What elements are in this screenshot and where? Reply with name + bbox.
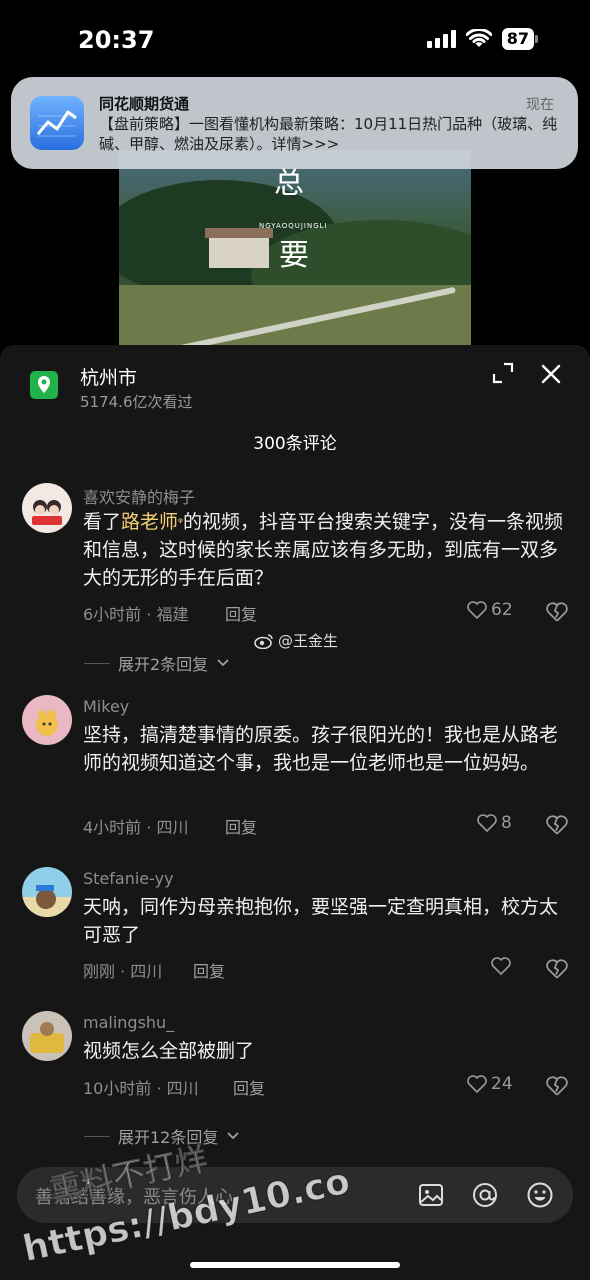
like-count: 24 xyxy=(491,1074,513,1094)
comment-username[interactable]: Mikey xyxy=(83,697,129,716)
heart-icon xyxy=(477,814,497,832)
heart-icon xyxy=(491,957,511,975)
comment-text: 天呐，同作为母亲抱抱你，要坚强一定查明真相，校方太可恶了 xyxy=(83,896,559,946)
comment-text-prefix: 看了 xyxy=(83,511,122,533)
fullscreen-icon[interactable] xyxy=(491,361,515,385)
like-count: 62 xyxy=(491,600,513,620)
expand-replies-button[interactable]: 展开2条回复 xyxy=(84,651,230,675)
cellular-signal-icon xyxy=(426,30,456,48)
close-icon[interactable] xyxy=(538,361,564,387)
comment-text: 看了路老师ᵠ的视频，抖音平台搜索关键字，没有一条视频和信息，这时候的家长亲属应该… xyxy=(83,508,573,592)
comment-text: 视频怎么全部被删了 xyxy=(83,1040,255,1062)
reply-button[interactable]: 回复 xyxy=(233,1075,265,1099)
reply-button[interactable]: 回复 xyxy=(225,601,257,625)
weibo-icon xyxy=(254,633,273,649)
battery-level: 87 xyxy=(501,28,534,50)
reply-button[interactable]: 回复 xyxy=(225,814,257,838)
comments-count: 300条评论 xyxy=(253,434,337,454)
reply-button[interactable]: 回复 xyxy=(193,958,225,982)
chevron-down-icon xyxy=(227,1132,240,1140)
chevron-down-icon xyxy=(217,659,229,667)
broken-heart-icon[interactable] xyxy=(546,1076,568,1096)
home-indicator[interactable] xyxy=(190,1262,400,1268)
heart-icon xyxy=(467,601,487,619)
comment-meta: 10小时前 · 四川 xyxy=(83,1079,199,1098)
location-pin-icon xyxy=(30,371,58,399)
video-overlay-small-text: NGYAOQUJINGLI xyxy=(259,222,328,230)
video-thumbnail[interactable]: 总 NGYAOQUJINGLI 要 xyxy=(119,150,471,345)
comment-username[interactable]: malingshu_ xyxy=(83,1013,174,1032)
comment-meta: 6小时前 · 福建 xyxy=(83,605,189,624)
broken-heart-icon[interactable] xyxy=(546,815,568,835)
notification-time: 现在 xyxy=(526,97,554,113)
heart-icon xyxy=(467,1075,487,1093)
mention-link[interactable]: 路老师 xyxy=(121,511,178,533)
house-image xyxy=(205,228,273,268)
wifi-icon xyxy=(465,29,492,47)
app-icon xyxy=(30,96,84,150)
location-title[interactable]: 杭州市 xyxy=(80,363,137,390)
comment-username[interactable]: Stefanie-yy xyxy=(83,869,174,888)
comment-username[interactable]: 喜欢安静的梅子 xyxy=(83,484,195,508)
push-notification[interactable]: 同花顺期货通 现在 【盘前策略】一图看懂机构最新策略：10月11日热门品种（玻璃… xyxy=(11,77,578,169)
avatar[interactable] xyxy=(22,1011,72,1061)
status-bar: 20:37 87 xyxy=(0,0,590,80)
broken-heart-icon[interactable] xyxy=(546,602,568,622)
battery-icon: 87 xyxy=(501,28,538,50)
expand-replies-label: 展开2条回复 xyxy=(118,655,209,674)
comment-text: 坚持，搞清楚事情的原委。孩子很阳光的！我也是从路老师的视频知道这个事，我也是一位… xyxy=(83,724,559,774)
status-icons: 87 xyxy=(426,28,538,50)
avatar[interactable] xyxy=(22,483,72,533)
like-button[interactable] xyxy=(491,957,515,975)
location-views: 5174.6亿次看过 xyxy=(80,393,193,411)
broken-heart-icon[interactable] xyxy=(546,959,568,979)
like-button[interactable]: 24 xyxy=(467,1074,513,1094)
notification-body: 【盘前策略】一图看懂机构最新策略：10月11日热门品种（玻璃、纯碱、甲醇、燃油及… xyxy=(99,115,558,153)
comment-meta: 刚刚 · 四川 xyxy=(83,962,163,981)
status-time: 20:37 xyxy=(78,26,155,54)
weibo-watermark: @王金生 xyxy=(254,630,338,651)
emoji-icon[interactable] xyxy=(526,1181,554,1209)
image-icon[interactable] xyxy=(417,1181,445,1209)
weibo-handle: @王金生 xyxy=(278,632,339,650)
notification-app-name: 同花顺期货通 xyxy=(99,95,190,113)
avatar[interactable] xyxy=(22,867,72,917)
at-mention-icon[interactable] xyxy=(471,1181,499,1209)
comment-meta: 4小时前 · 四川 xyxy=(83,818,189,837)
like-count: 8 xyxy=(501,813,512,833)
like-button[interactable]: 62 xyxy=(467,600,513,620)
video-overlay-char-bottom: 要 xyxy=(279,238,309,273)
avatar[interactable] xyxy=(22,695,72,745)
like-button[interactable]: 8 xyxy=(477,813,512,833)
